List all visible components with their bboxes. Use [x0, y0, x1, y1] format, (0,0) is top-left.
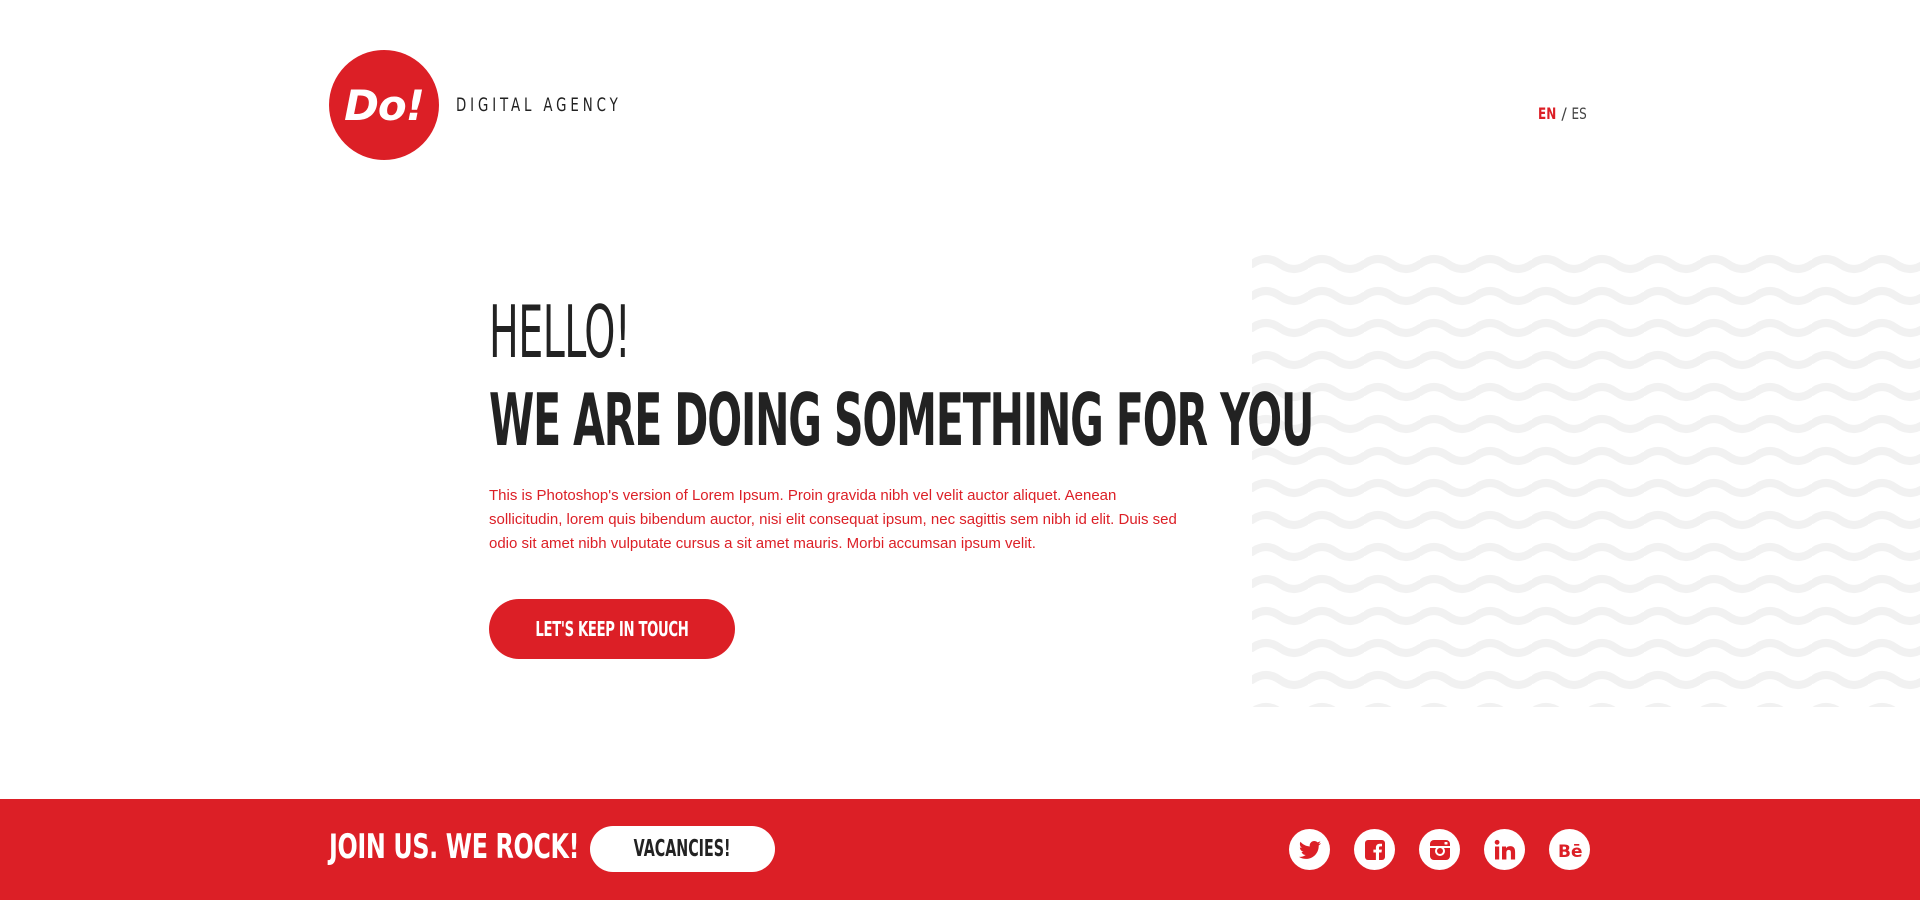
linkedin-icon: [1494, 839, 1515, 859]
twitter-icon: [1298, 840, 1321, 859]
keep-in-touch-label: LET'S KEEP IN TOUCH: [535, 617, 689, 641]
language-switcher: EN / ES: [1535, 104, 1589, 123]
lang-separator: /: [1561, 104, 1567, 123]
linkedin-link[interactable]: [1484, 829, 1525, 870]
wave-pattern: [1252, 252, 1920, 707]
social-links: Bē: [1289, 829, 1590, 870]
hero-description: This is Photoshop's version of Lorem Ips…: [489, 487, 1177, 552]
vacancies-button[interactable]: VACANCIES!: [590, 826, 775, 872]
logo-tagline: DIGITAL AGENCY: [456, 94, 622, 116]
behance-link[interactable]: Bē: [1549, 829, 1590, 870]
svg-text:Bē: Bē: [1558, 842, 1583, 860]
join-us-text: JOIN US. WE ROCK!: [329, 827, 580, 867]
lang-en-link[interactable]: EN: [1538, 104, 1556, 123]
instagram-icon: [1429, 839, 1450, 860]
keep-in-touch-button[interactable]: LET'S KEEP IN TOUCH: [489, 599, 735, 659]
hero-title: WE ARE DOING SOMETHING FOR YOU: [489, 378, 1314, 462]
footer-bar: JOIN US. WE ROCK! VACANCIES! Bē: [0, 799, 1920, 900]
brand: Do! DIGITAL AGENCY: [329, 50, 668, 160]
twitter-link[interactable]: [1289, 829, 1330, 870]
landing-page: Do! DIGITAL AGENCY EN / ES HELLO! WE ARE…: [0, 0, 1920, 900]
behance-icon: Bē: [1558, 842, 1583, 860]
hero-section: HELLO! WE ARE DOING SOMETHING FOR YOU Th…: [489, 290, 1314, 659]
logo[interactable]: Do!: [329, 50, 439, 160]
hero-greeting: HELLO!: [489, 290, 631, 374]
vacancies-label: VACANCIES!: [634, 836, 731, 862]
facebook-link[interactable]: [1354, 829, 1395, 870]
instagram-link[interactable]: [1419, 829, 1460, 870]
facebook-icon: [1364, 839, 1385, 860]
lang-es-link[interactable]: ES: [1571, 104, 1586, 123]
